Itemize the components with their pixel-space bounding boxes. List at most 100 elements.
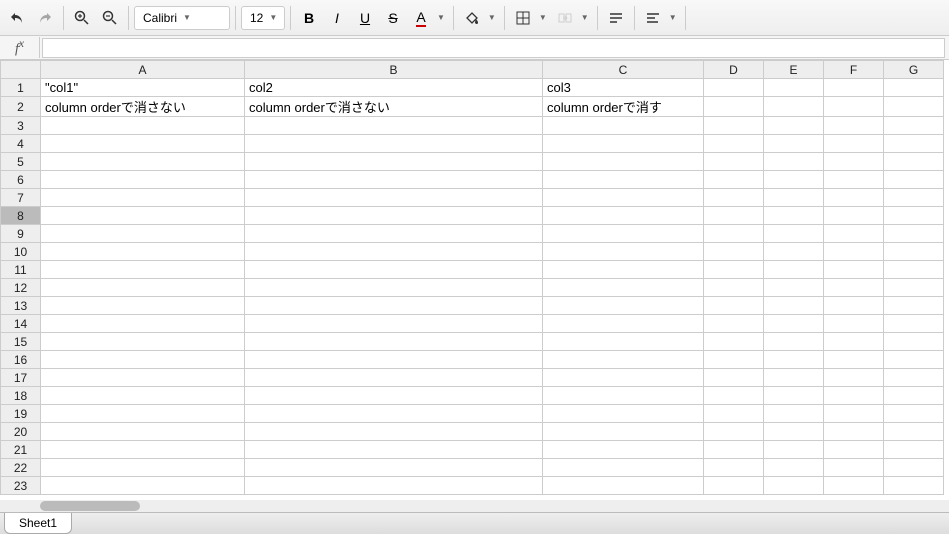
cell-F15[interactable] — [824, 333, 884, 351]
cell-D1[interactable] — [704, 79, 764, 97]
cell-G13[interactable] — [884, 297, 944, 315]
row-header-16[interactable]: 16 — [1, 351, 41, 369]
cell-E11[interactable] — [764, 261, 824, 279]
cell-G21[interactable] — [884, 441, 944, 459]
cell-G18[interactable] — [884, 387, 944, 405]
wrap-text-button[interactable] — [603, 5, 629, 31]
cell-G10[interactable] — [884, 243, 944, 261]
row-header-17[interactable]: 17 — [1, 369, 41, 387]
cell-A15[interactable] — [41, 333, 245, 351]
cell-A1[interactable]: "col1" — [41, 79, 245, 97]
cell-G19[interactable] — [884, 405, 944, 423]
cell-C11[interactable] — [543, 261, 704, 279]
cell-D21[interactable] — [704, 441, 764, 459]
strikethrough-button[interactable]: S — [380, 5, 406, 31]
cell-E6[interactable] — [764, 171, 824, 189]
cell-F3[interactable] — [824, 117, 884, 135]
cell-E9[interactable] — [764, 225, 824, 243]
cell-B15[interactable] — [245, 333, 543, 351]
cell-E7[interactable] — [764, 189, 824, 207]
row-header-8[interactable]: 8 — [1, 207, 41, 225]
chevron-down-icon[interactable]: ▼ — [536, 13, 550, 22]
cell-B22[interactable] — [245, 459, 543, 477]
row-header-14[interactable]: 14 — [1, 315, 41, 333]
cell-G7[interactable] — [884, 189, 944, 207]
cell-C17[interactable] — [543, 369, 704, 387]
font-color-main[interactable]: A — [408, 5, 434, 31]
cell-E12[interactable] — [764, 279, 824, 297]
cell-D22[interactable] — [704, 459, 764, 477]
cell-E10[interactable] — [764, 243, 824, 261]
cell-E4[interactable] — [764, 135, 824, 153]
font-color-button[interactable]: A ▼ — [408, 5, 448, 31]
cell-C20[interactable] — [543, 423, 704, 441]
row-header-3[interactable]: 3 — [1, 117, 41, 135]
row-header-19[interactable]: 19 — [1, 405, 41, 423]
cell-G22[interactable] — [884, 459, 944, 477]
cell-F6[interactable] — [824, 171, 884, 189]
cell-A23[interactable] — [41, 477, 245, 495]
cell-B16[interactable] — [245, 351, 543, 369]
cell-D18[interactable] — [704, 387, 764, 405]
cell-F13[interactable] — [824, 297, 884, 315]
cell-D20[interactable] — [704, 423, 764, 441]
cell-C15[interactable] — [543, 333, 704, 351]
cell-A20[interactable] — [41, 423, 245, 441]
row-header-13[interactable]: 13 — [1, 297, 41, 315]
cell-F14[interactable] — [824, 315, 884, 333]
cell-A10[interactable] — [41, 243, 245, 261]
cell-A22[interactable] — [41, 459, 245, 477]
cell-C5[interactable] — [543, 153, 704, 171]
cell-B2[interactable]: column orderで消さない — [245, 97, 543, 117]
cell-F22[interactable] — [824, 459, 884, 477]
cell-E20[interactable] — [764, 423, 824, 441]
row-header-15[interactable]: 15 — [1, 333, 41, 351]
cell-D23[interactable] — [704, 477, 764, 495]
cell-B21[interactable] — [245, 441, 543, 459]
horizontal-scrollbar[interactable] — [0, 500, 949, 512]
fill-color-main[interactable] — [459, 5, 485, 31]
cell-F19[interactable] — [824, 405, 884, 423]
cell-F9[interactable] — [824, 225, 884, 243]
chevron-down-icon[interactable]: ▼ — [578, 13, 592, 22]
cell-D8[interactable] — [704, 207, 764, 225]
row-header-10[interactable]: 10 — [1, 243, 41, 261]
redo-button[interactable] — [32, 5, 58, 31]
cell-B10[interactable] — [245, 243, 543, 261]
cell-G12[interactable] — [884, 279, 944, 297]
column-header-F[interactable]: F — [824, 61, 884, 79]
cell-C8[interactable] — [543, 207, 704, 225]
cell-A17[interactable] — [41, 369, 245, 387]
cell-D10[interactable] — [704, 243, 764, 261]
italic-button[interactable]: I — [324, 5, 350, 31]
fill-color-button[interactable]: ▼ — [459, 5, 499, 31]
column-header-G[interactable]: G — [884, 61, 944, 79]
merge-cells-button[interactable]: ▼ — [552, 5, 592, 31]
cell-G20[interactable] — [884, 423, 944, 441]
cell-D12[interactable] — [704, 279, 764, 297]
row-header-18[interactable]: 18 — [1, 387, 41, 405]
cell-E21[interactable] — [764, 441, 824, 459]
row-header-6[interactable]: 6 — [1, 171, 41, 189]
cell-C22[interactable] — [543, 459, 704, 477]
cell-E2[interactable] — [764, 97, 824, 117]
cell-A3[interactable] — [41, 117, 245, 135]
cell-F12[interactable] — [824, 279, 884, 297]
cell-G9[interactable] — [884, 225, 944, 243]
undo-button[interactable] — [4, 5, 30, 31]
cell-C14[interactable] — [543, 315, 704, 333]
column-header-D[interactable]: D — [704, 61, 764, 79]
cell-B20[interactable] — [245, 423, 543, 441]
cell-B4[interactable] — [245, 135, 543, 153]
row-header-23[interactable]: 23 — [1, 477, 41, 495]
cell-B9[interactable] — [245, 225, 543, 243]
cell-G2[interactable] — [884, 97, 944, 117]
cell-D7[interactable] — [704, 189, 764, 207]
cell-B7[interactable] — [245, 189, 543, 207]
row-header-11[interactable]: 11 — [1, 261, 41, 279]
cell-B17[interactable] — [245, 369, 543, 387]
cell-E22[interactable] — [764, 459, 824, 477]
cell-G5[interactable] — [884, 153, 944, 171]
cell-F17[interactable] — [824, 369, 884, 387]
row-header-22[interactable]: 22 — [1, 459, 41, 477]
